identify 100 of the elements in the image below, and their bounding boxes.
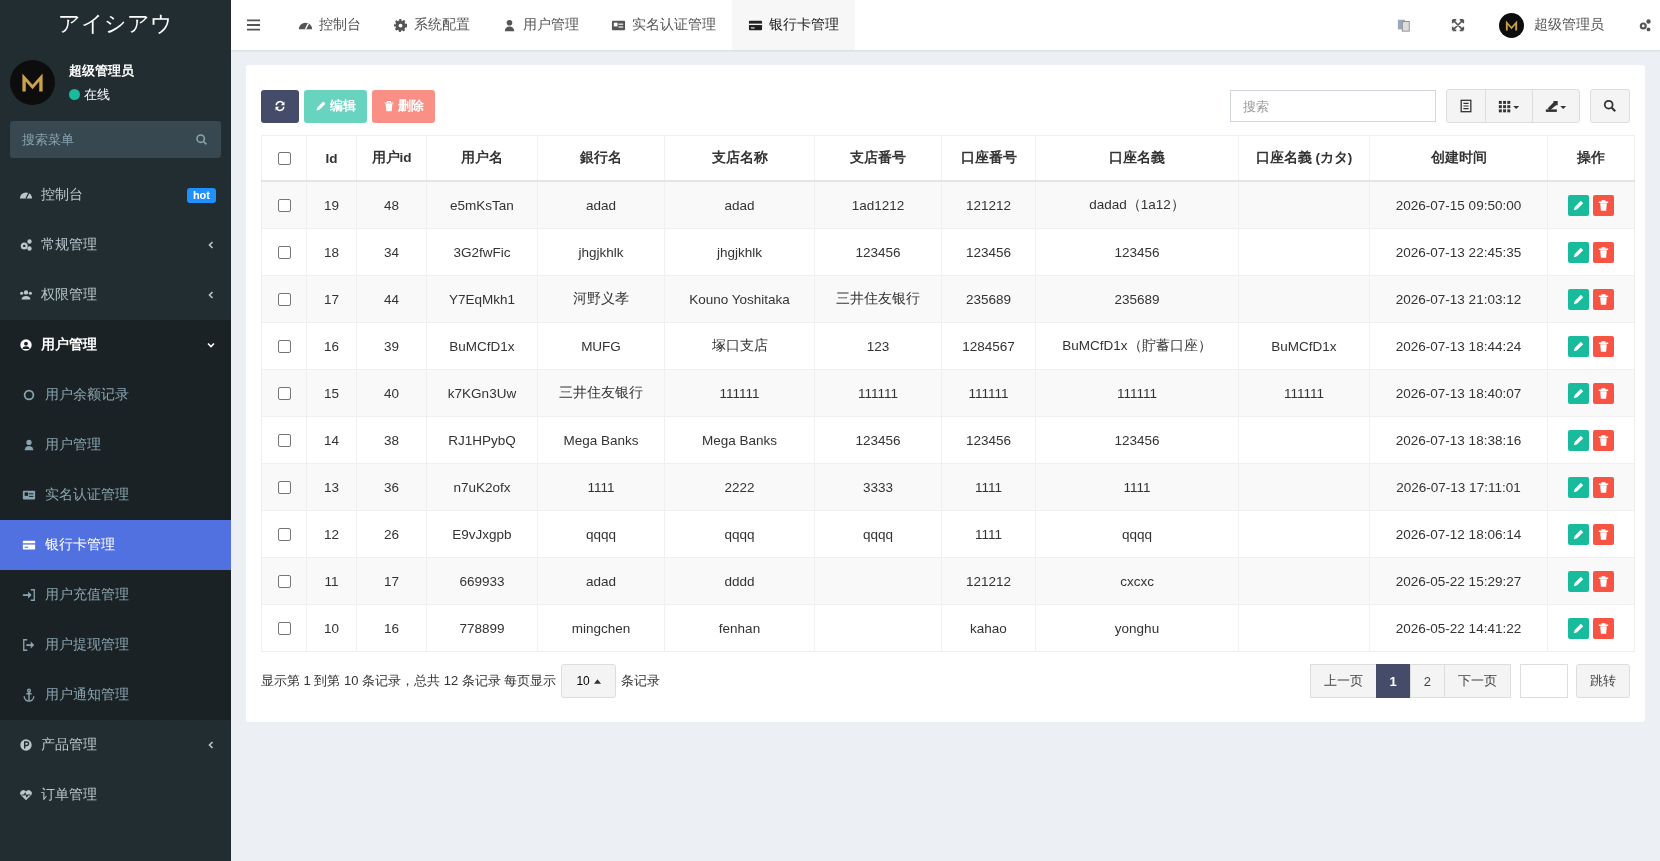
table-cell: RJ1HPybQ [448, 432, 516, 448]
status-dot [69, 89, 80, 100]
table-cell: 三井住友银行 [559, 385, 643, 400]
submenu-item[interactable]: 用户充值管理 [0, 570, 231, 620]
edit-button[interactable] [1568, 617, 1589, 639]
delete-button[interactable] [1593, 382, 1614, 404]
row-checkbox[interactable] [277, 387, 291, 401]
table-cell: 1111 [975, 526, 1002, 542]
export-button[interactable] [1532, 89, 1580, 123]
chevron-down-icon [206, 340, 216, 350]
delete-button[interactable] [1593, 194, 1614, 216]
settings-icon[interactable] [1638, 18, 1652, 32]
nav-tab[interactable]: 用户管理 [486, 0, 595, 50]
table-cell: 1284567 [962, 338, 1015, 354]
next-page-button[interactable]: 下一页 [1444, 664, 1511, 698]
toggle-view-button[interactable] [1446, 89, 1486, 123]
table-cell: yonghu [1114, 620, 1160, 636]
page-number-field[interactable] [1520, 664, 1568, 698]
delete-button[interactable] [1593, 335, 1614, 357]
table-cell: 10 [324, 620, 339, 636]
nav-tab[interactable]: 系统配置 [377, 0, 486, 50]
search-icon [1603, 99, 1617, 113]
row-checkbox[interactable] [277, 481, 291, 495]
edit-button[interactable] [1568, 241, 1589, 263]
menu-item[interactable]: 常规管理 [0, 220, 231, 270]
edit-button[interactable] [1568, 476, 1589, 498]
table-cell: 3333 [862, 479, 893, 495]
previous-page-button[interactable]: 上一页 [1309, 664, 1377, 698]
edit-button[interactable] [1568, 288, 1589, 310]
row-checkbox[interactable] [277, 434, 291, 448]
submenu-item[interactable]: 银行卡管理 [0, 520, 231, 570]
delete-button[interactable] [1593, 476, 1614, 498]
trash-icon [1596, 385, 1611, 401]
refresh-button[interactable] [261, 89, 299, 123]
page-button[interactable]: 2 [1409, 664, 1445, 698]
menu-item[interactable]: 订单管理 [0, 770, 231, 820]
row-checkbox[interactable] [277, 622, 291, 636]
submenu-item[interactable]: 用户余额记录 [0, 370, 231, 420]
chevron-left-icon [206, 290, 216, 300]
nav-tab[interactable]: 实名认证管理 [595, 0, 732, 50]
submenu-item[interactable]: 用户提现管理 [0, 620, 231, 670]
table-cell: 111111 [1283, 385, 1324, 401]
menu-icon[interactable] [247, 19, 260, 31]
table-cell: 1111 [975, 479, 1002, 495]
column-header: 口座名義 [1109, 150, 1165, 165]
row-checkbox[interactable] [277, 340, 291, 354]
edit-button[interactable] [1568, 570, 1589, 592]
menu-item[interactable]: 权限管理 [0, 270, 231, 320]
nav-tab[interactable]: 控制台 [282, 0, 377, 50]
menu-item[interactable]: 产品管理 [0, 720, 231, 770]
table-cell: MUFG [581, 338, 621, 354]
table-cell: 123456 [965, 244, 1012, 260]
table-cell: 111111 [857, 385, 898, 401]
page-button[interactable]: 1 [1375, 664, 1411, 698]
menu-item[interactable]: 控制台 hot [0, 170, 231, 220]
table-cell: 14 [324, 432, 339, 448]
export-icon [1545, 99, 1567, 113]
table-cell: dddd [724, 573, 755, 589]
table-cell: 123456 [1114, 432, 1160, 448]
delete-button[interactable] [1593, 288, 1614, 310]
table-cell: 123456 [1114, 244, 1160, 260]
table-cell: 2026-05-22 15:29:27 [1395, 573, 1522, 589]
fullscreen-icon[interactable] [1451, 18, 1465, 32]
submenu-item[interactable]: 实名认证管理 [0, 470, 231, 520]
edit-button[interactable] [1568, 194, 1589, 216]
row-checkbox[interactable] [277, 293, 291, 307]
header-user-name[interactable]: 超级管理员 [1534, 16, 1604, 34]
edit-button[interactable] [1568, 382, 1589, 404]
table-cell: qqqq [724, 526, 755, 542]
edit-button[interactable] [1568, 335, 1589, 357]
avatar-icon[interactable] [1499, 12, 1524, 38]
page-size-dropdown[interactable]: 10 [561, 664, 616, 698]
edit-button[interactable] [1568, 429, 1589, 451]
translate-icon[interactable] [1397, 18, 1411, 32]
submenu-item[interactable]: 用户管理 [0, 420, 231, 470]
delete-button[interactable] [1593, 523, 1614, 545]
table-cell: BuMCfD1x（貯蓄口座） [1062, 338, 1212, 353]
search-button[interactable] [1590, 89, 1630, 123]
columns-button[interactable] [1485, 89, 1533, 123]
delete-button[interactable] [1593, 570, 1614, 592]
search-field[interactable]: 搜索 [1230, 90, 1436, 122]
row-checkbox[interactable] [277, 528, 291, 542]
table-cell: 塚口支店 [711, 338, 768, 353]
edit-button[interactable] [1568, 523, 1589, 545]
nav-tab[interactable]: 银行卡管理 [732, 0, 855, 50]
row-checkbox[interactable] [277, 246, 291, 260]
delete-button[interactable] [1593, 241, 1614, 263]
table-cell: 235689 [1114, 291, 1160, 307]
row-checkbox[interactable] [277, 199, 291, 213]
menu-search-field[interactable]: 搜索菜单 [10, 121, 221, 158]
select-all-checkbox[interactable] [277, 152, 291, 166]
delete-button[interactable] [1593, 429, 1614, 451]
table-cell: qqqq [1121, 526, 1152, 542]
table-cell: 16 [384, 620, 399, 636]
row-checkbox[interactable] [277, 575, 291, 589]
jump-button[interactable]: 跳转 [1576, 664, 1630, 698]
menu-item[interactable]: 用户管理 [0, 320, 231, 370]
delete-button[interactable] [1593, 617, 1614, 639]
submenu-item[interactable]: 用户通知管理 [0, 670, 231, 720]
user-icon [502, 17, 517, 33]
